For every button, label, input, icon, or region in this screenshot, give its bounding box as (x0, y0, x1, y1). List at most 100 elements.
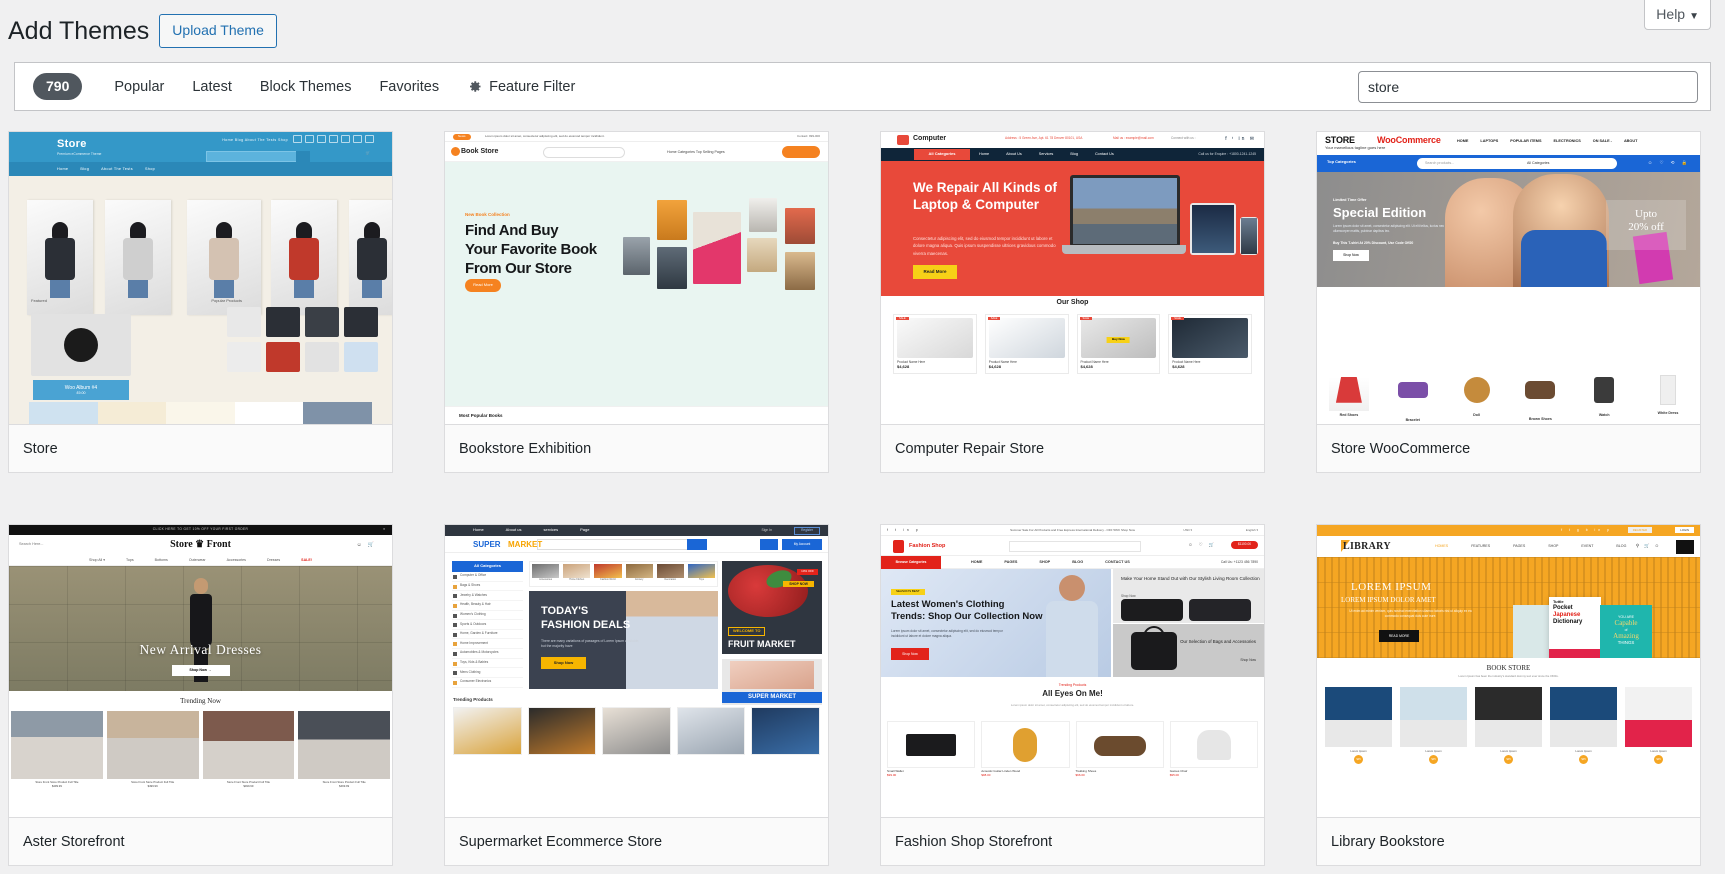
theme-screenshot: Home About us services Page Sign In Regi… (445, 525, 828, 818)
nav-phone: Call us for Enquire : +1800-1241-1245 (1198, 152, 1256, 156)
hero-button: Read More (913, 265, 957, 279)
nav-shop: Shop (144, 166, 156, 171)
mock-search-box (543, 147, 625, 158)
search-icon (296, 151, 310, 162)
theme-name: Fashion Shop Storefront (895, 833, 1053, 850)
mail-text: Mail us : example@mail.com (1113, 136, 1154, 140)
theme-name: Bookstore Exhibition (459, 440, 592, 457)
filter-link-block-themes[interactable]: Block Themes (246, 73, 366, 101)
social-icons: f ᵗ in ✉ (1225, 136, 1256, 142)
nav-dresses: Dresses (266, 557, 281, 562)
promo-1-text: Make Your Home Stand Out with Our Stylis… (1121, 576, 1260, 581)
filter-link-feature-filter[interactable]: Feature Filter (453, 73, 589, 101)
theme-card-library-bookstore[interactable]: f t g b in p REGISTER LOGIN LIBRARY HOME… (1316, 524, 1701, 866)
filter-link-latest[interactable]: Latest (178, 73, 246, 101)
theme-name-bar: Supermarket Ecommerce Store (445, 818, 828, 865)
nav-event: EVENT (1581, 544, 1594, 548)
category-label: Doll (1473, 412, 1480, 417)
nav-sale: SALE! (301, 557, 312, 562)
filter-link-popular[interactable]: Popular (100, 73, 178, 101)
page-header: Add Themes Upload Theme Help ▼ (0, 0, 1725, 62)
sidebar-item: Home Improvement (452, 639, 523, 649)
language-select: English ▾ (1245, 527, 1258, 532)
gear-icon (467, 79, 482, 94)
theme-name: Computer Repair Store (895, 440, 1045, 457)
upload-theme-button[interactable]: Upload Theme (159, 14, 277, 48)
nav-pages: PAGES (1004, 560, 1018, 564)
album-button: Woo Album #4 £9.00 (33, 380, 129, 400)
all-categories-label: All Categories (452, 561, 523, 572)
theme-card-store-woocommerce[interactable]: STORE WooCommerce Your marvellous taglin… (1316, 131, 1701, 473)
filter-links: Popular Latest Block Themes Favorites Fe… (100, 73, 589, 101)
book-logo-icon (451, 147, 460, 156)
theme-grid: Store Premium eCommerce Theme Home Blog … (8, 131, 1711, 866)
nav-about: About The Tests (101, 166, 133, 171)
shop-section-title: Our Shop (1056, 299, 1089, 306)
search-input[interactable] (1358, 71, 1698, 103)
book-card: Lorem Ipsum $45 (1475, 687, 1542, 765)
popular-label: Popular Products (211, 298, 242, 304)
mock-nav: Home Categories Top Selling Pages (667, 150, 725, 154)
category-item: Red Shoes (1317, 373, 1381, 422)
signup-button (782, 146, 820, 158)
book-card: Lorem Ipsum $45 (1325, 687, 1392, 765)
category-tile: Accessories (532, 564, 560, 584)
cart-icon (760, 539, 778, 550)
mock-nav: Home About Us Services Blog Contact Us (979, 152, 1114, 157)
product-price: $4,628 (1172, 363, 1185, 369)
hero-headline: New Arrival Dresses (139, 642, 262, 657)
sale-badge: SALE (1079, 317, 1093, 321)
category-label: Watch (1598, 412, 1610, 417)
sidebar-item: Home, Garden & Furniture (452, 630, 523, 640)
theme-card-aster-storefront[interactable]: CLICK HERE TO GET 10% OFF YOUR FIRST ORD… (8, 524, 393, 866)
theme-card-supermarket-ecommerce-store[interactable]: Home About us services Page Sign In Regi… (444, 524, 829, 866)
nav-services: Services (1038, 152, 1054, 156)
nav-home: Home (979, 152, 990, 156)
mock-nav: HOMES FEATURES PAGES SHOP EVENT BLOG (1435, 544, 1626, 548)
theme-screenshot: CLICK HERE TO GET 10% OFF YOUR FIRST ORD… (9, 525, 392, 818)
sidebar-item: Mens Clothing (452, 668, 523, 678)
nav-accessories: Accessories (226, 557, 246, 562)
theme-card-fashion-shop-storefront[interactable]: f t in p Summer Sale For All Products an… (880, 524, 1265, 866)
register-button: REGISTER (1627, 527, 1652, 534)
featured-label: Featured (31, 298, 48, 304)
mock-nav: HOME PAGES SHOP BLOG CONTACT US (971, 560, 1130, 565)
nav-electronics: ELECTRONICS (1553, 139, 1581, 143)
mock-top-nav: Home About us services Page Sign In Regi… (445, 525, 828, 536)
product-price: $499.99 (51, 783, 62, 788)
product-card: Games Chair $95.00 (1169, 721, 1258, 777)
theme-name-bar: Aster Storefront (9, 818, 392, 865)
mock-logo: Computer (913, 135, 947, 142)
category-label: Brown Shoes (1528, 416, 1552, 421)
mock-tagline: Your marvellous tagline goes here (1325, 145, 1386, 150)
theme-card-computer-repair-store[interactable]: Computer Address : 5 Green Ave, Apt. 61 … (880, 131, 1265, 473)
browse-categories-button: Browse Categories (881, 556, 941, 569)
nav-home: Home (57, 166, 69, 171)
theme-card-bookstore-exhibition[interactable]: News Lorem ipsum dolor sit amet, consect… (444, 131, 829, 473)
product-tile (602, 707, 671, 755)
nav-blog: Blog (80, 166, 90, 171)
theme-name: Store (23, 440, 58, 457)
nav-blog: BLOG (1616, 544, 1627, 548)
sidebar-item: Health, Beauty & Hair (452, 601, 523, 611)
nav-services: services (543, 527, 559, 533)
filter-link-favorites[interactable]: Favorites (365, 73, 453, 101)
nav-home: HOME (1457, 139, 1469, 143)
section-title: BOOK STORE (1486, 664, 1531, 672)
theme-name-bar: Store WooCommerce (1317, 425, 1700, 472)
help-tab-button[interactable]: Help ▼ (1644, 0, 1711, 30)
theme-count-badge: 790 (33, 73, 83, 100)
mock-search-box (537, 539, 692, 550)
search-placeholder-text: Search products... (1425, 161, 1455, 165)
hero-button: Shop Now (891, 648, 929, 660)
product-card: Trekking Shoes $66.00 (1075, 721, 1164, 777)
nav-on-sale: ON SALE - (1592, 139, 1612, 143)
theme-name: Store WooCommerce (1331, 440, 1471, 457)
hero-headline: Find And Buy Your Favorite Book From Our… (465, 222, 597, 277)
call-us-text: Call Us: +1123 456 7890 (1220, 560, 1258, 564)
hero-headline: TODAY'S FASHION DEALS (541, 605, 631, 631)
theme-card-store[interactable]: Store Premium eCommerce Theme Home Blog … (8, 131, 393, 473)
product-item: Store Front Store Product Full Title $499… (11, 711, 103, 789)
close-icon: ✕ (382, 527, 386, 532)
nav-contact: CONTACT US (1105, 560, 1130, 564)
